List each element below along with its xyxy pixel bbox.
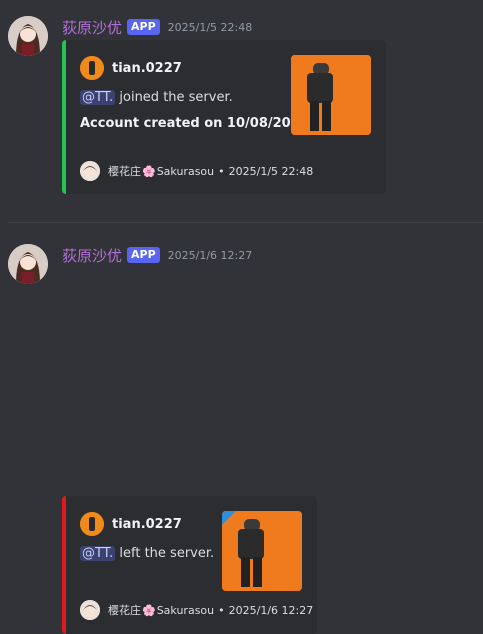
embed-description: @TT. left the server. (80, 546, 214, 561)
account-created-text: Account created on 10/08/2024 (80, 116, 309, 131)
app-badge: APP (127, 247, 160, 263)
embed-description: @TT. joined the server. (80, 90, 233, 105)
footer-separator: • (218, 164, 225, 178)
footer-server-name: 樱花庄 (108, 165, 141, 178)
user-avatar[interactable] (8, 244, 48, 284)
user-avatar[interactable] (8, 16, 48, 56)
footer-timestamp: 2025/1/5 22:48 (228, 164, 314, 178)
embed-card: tian.0227 @TT. joined the server. Accoun… (62, 40, 386, 194)
footer-server-suffix: Sakurasou (156, 603, 215, 617)
username[interactable]: 荻原沙优 (62, 17, 122, 38)
message-divider (8, 222, 483, 223)
flower-icon: 🌸 (142, 164, 156, 178)
embed-author-name[interactable]: tian.0227 (112, 517, 182, 532)
embed-author-name[interactable]: tian.0227 (112, 61, 182, 76)
embed-footer: 樱花庄 🌸 Sakurasou • 2025/1/6 12:27 (80, 600, 313, 620)
server-icon (80, 161, 100, 181)
embed-footer: 樱花庄 🌸 Sakurasou • 2025/1/5 22:48 (80, 161, 313, 181)
timestamp[interactable]: 2025/1/6 12:27 (168, 249, 253, 262)
embed-description-text: left the server. (119, 546, 215, 561)
timestamp[interactable]: 2025/1/5 22:48 (168, 21, 253, 34)
user-mention[interactable]: @TT. (80, 90, 116, 105)
app-badge: APP (127, 19, 160, 35)
user-mention[interactable]: @TT. (80, 546, 116, 561)
author-avatar-icon (80, 512, 104, 536)
message-header: 荻原沙优 APP 2025/1/6 12:27 (62, 244, 252, 266)
embed-thumbnail[interactable] (291, 55, 371, 135)
server-icon (80, 600, 100, 620)
footer-timestamp: 2025/1/6 12:27 (228, 603, 314, 617)
embed-card: tian.0227 @TT. left the server. 樱花庄 🌸 Sa… (62, 496, 317, 634)
embed-thumbnail[interactable] (222, 511, 302, 591)
flower-icon: 🌸 (142, 603, 156, 617)
footer-server-suffix: Sakurasou (156, 164, 215, 178)
message-header: 荻原沙优 APP 2025/1/5 22:48 (62, 16, 252, 38)
embed-author: tian.0227 (80, 512, 182, 536)
footer-separator: • (218, 603, 225, 617)
username[interactable]: 荻原沙优 (62, 245, 122, 266)
embed-description-text: joined the server. (119, 90, 233, 105)
embed-author: tian.0227 (80, 56, 182, 80)
author-avatar-icon (80, 56, 104, 80)
footer-server-name: 樱花庄 (108, 604, 141, 617)
